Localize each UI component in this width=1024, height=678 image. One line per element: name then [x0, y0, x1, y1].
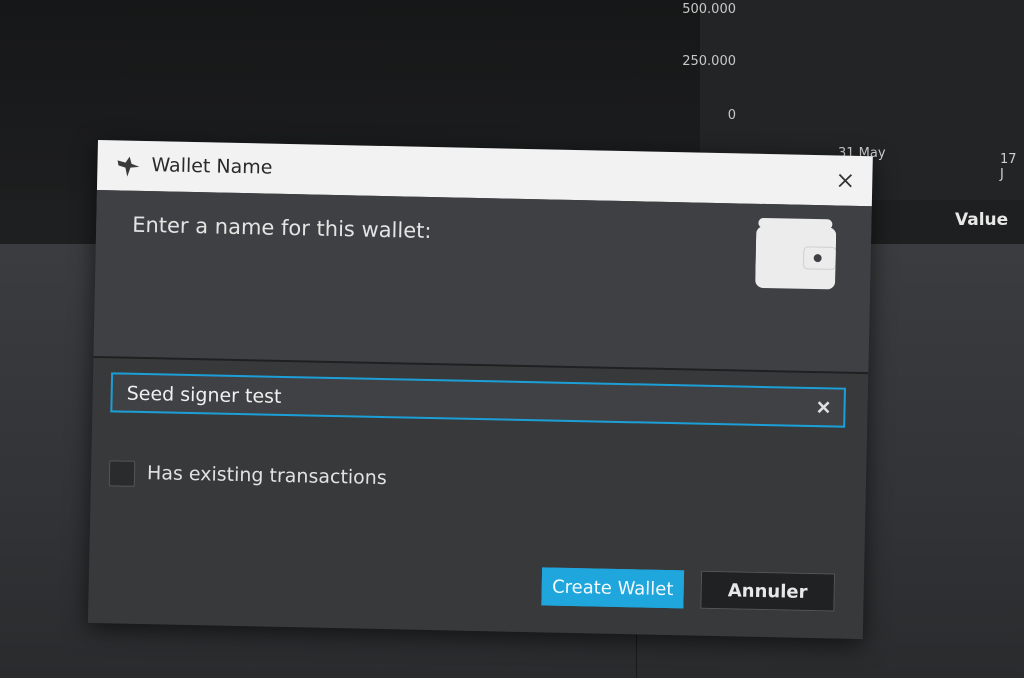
y-axis-tick: 250.000 [682, 54, 736, 69]
wallet-name-dialog: Wallet Name Enter a name for this wallet… [87, 140, 873, 640]
column-header-value[interactable]: Value [955, 210, 1008, 230]
cancel-button[interactable]: Annuler [700, 570, 836, 612]
has-existing-transactions-label[interactable]: Has existing transactions [147, 462, 387, 489]
has-existing-transactions-checkbox[interactable] [108, 460, 136, 487]
sparrow-bird-icon [117, 156, 140, 177]
wallet-name-field [110, 372, 846, 428]
y-axis-tick: 500.000 [682, 2, 736, 17]
x-axis-date-tick: 17 J [1000, 152, 1017, 182]
wallet-icon [755, 217, 837, 290]
wallet-name-input[interactable] [124, 378, 809, 423]
close-icon [838, 173, 853, 188]
create-wallet-button[interactable]: Create Wallet [541, 567, 685, 609]
close-button[interactable] [830, 165, 861, 196]
clear-input-button[interactable] [813, 397, 833, 417]
clear-icon [817, 401, 830, 414]
y-axis-tick: 0 [727, 108, 736, 123]
dialog-title: Wallet Name [151, 154, 273, 179]
